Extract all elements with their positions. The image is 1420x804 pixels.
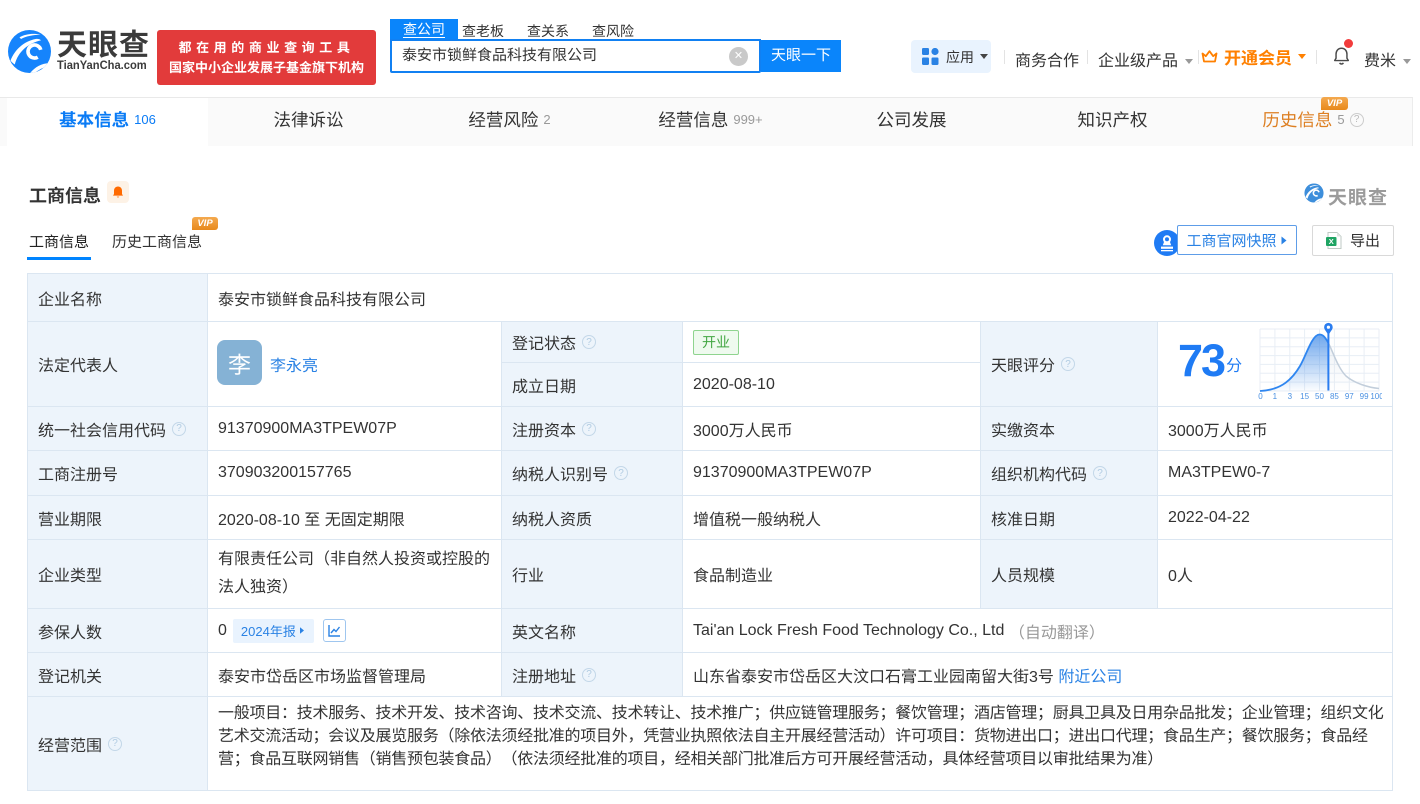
svg-text:97: 97 — [1345, 392, 1354, 401]
svg-text:85: 85 — [1330, 392, 1339, 401]
svg-text:100: 100 — [1370, 392, 1382, 401]
svg-text:99: 99 — [1360, 392, 1369, 401]
svg-text:15: 15 — [1300, 392, 1309, 401]
svg-text:1: 1 — [1273, 392, 1278, 401]
svg-text:0: 0 — [1258, 392, 1263, 401]
svg-text:3: 3 — [1288, 392, 1293, 401]
svg-text:X: X — [1329, 237, 1334, 246]
svg-text:50: 50 — [1315, 392, 1324, 401]
